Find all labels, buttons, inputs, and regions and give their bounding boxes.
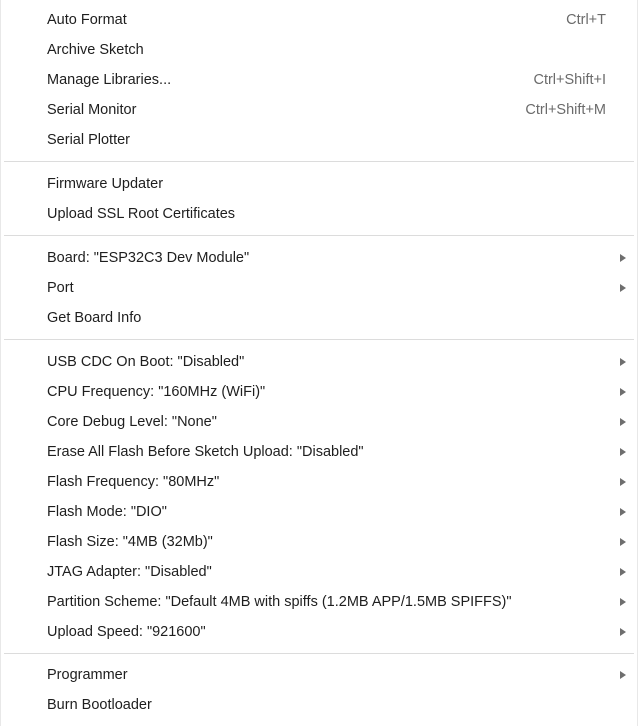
menu-item-label: Serial Plotter	[47, 132, 131, 148]
menu-item-label: Erase All Flash Before Sketch Upload: "D…	[47, 444, 364, 460]
menu-separator	[4, 653, 634, 654]
menu-item-auto-format[interactable]: Auto Format Ctrl+T	[1, 5, 637, 35]
menu-item-label: Flash Size: "4MB (32Mb)"	[47, 534, 213, 550]
menu-item-label: Auto Format	[47, 12, 127, 28]
menu-separator	[4, 161, 634, 162]
chevron-right-icon	[620, 671, 626, 679]
chevron-right-icon	[620, 448, 626, 456]
chevron-right-icon	[620, 508, 626, 516]
tools-menu: Auto Format Ctrl+T Archive Sketch Manage…	[0, 0, 638, 726]
menu-item-label: Partition Scheme: "Default 4MB with spif…	[47, 594, 512, 610]
chevron-right-icon	[620, 388, 626, 396]
menu-item-port[interactable]: Port	[1, 273, 637, 303]
menu-item-cpu-frequency[interactable]: CPU Frequency: "160MHz (WiFi)"	[1, 377, 637, 407]
menu-separator	[4, 235, 634, 236]
menu-item-flash-size[interactable]: Flash Size: "4MB (32Mb)"	[1, 527, 637, 557]
menu-item-label: Manage Libraries...	[47, 72, 172, 88]
chevron-right-icon	[620, 254, 626, 262]
menu-item-jtag-adapter[interactable]: JTAG Adapter: "Disabled"	[1, 557, 637, 587]
menu-item-burn-bootloader[interactable]: Burn Bootloader	[1, 690, 637, 720]
menu-item-core-debug-level[interactable]: Core Debug Level: "None"	[1, 407, 637, 437]
menu-separator	[4, 339, 634, 340]
menu-item-archive-sketch[interactable]: Archive Sketch	[1, 35, 637, 65]
chevron-right-icon	[620, 628, 626, 636]
menu-item-programmer[interactable]: Programmer	[1, 660, 637, 690]
menu-item-label: JTAG Adapter: "Disabled"	[47, 564, 212, 580]
menu-item-board[interactable]: Board: "ESP32C3 Dev Module"	[1, 243, 637, 273]
menu-item-erase-all-flash[interactable]: Erase All Flash Before Sketch Upload: "D…	[1, 437, 637, 467]
menu-item-shortcut: Ctrl+Shift+M	[525, 102, 606, 118]
menu-item-label: CPU Frequency: "160MHz (WiFi)"	[47, 384, 266, 400]
menu-item-label: Programmer	[47, 667, 128, 683]
menu-item-firmware-updater[interactable]: Firmware Updater	[1, 169, 637, 199]
chevron-right-icon	[620, 598, 626, 606]
menu-item-label: Serial Monitor	[47, 102, 137, 118]
menu-item-label: Firmware Updater	[47, 176, 164, 192]
menu-item-usb-cdc-on-boot[interactable]: USB CDC On Boot: "Disabled"	[1, 347, 637, 377]
menu-item-get-board-info[interactable]: Get Board Info	[1, 303, 637, 333]
menu-item-upload-speed[interactable]: Upload Speed: "921600"	[1, 617, 637, 647]
chevron-right-icon	[620, 538, 626, 546]
menu-item-upload-ssl-root-certificates[interactable]: Upload SSL Root Certificates	[1, 199, 637, 229]
chevron-right-icon	[620, 568, 626, 576]
menu-item-partition-scheme[interactable]: Partition Scheme: "Default 4MB with spif…	[1, 587, 637, 617]
menu-item-shortcut: Ctrl+T	[566, 12, 606, 28]
chevron-right-icon	[620, 284, 626, 292]
menu-item-flash-frequency[interactable]: Flash Frequency: "80MHz"	[1, 467, 637, 497]
menu-item-label: Port	[47, 280, 74, 296]
menu-item-label: Flash Frequency: "80MHz"	[47, 474, 220, 490]
menu-item-label: Board: "ESP32C3 Dev Module"	[47, 250, 250, 266]
chevron-right-icon	[620, 478, 626, 486]
menu-item-label: Upload Speed: "921600"	[47, 624, 206, 640]
menu-item-shortcut: Ctrl+Shift+I	[533, 72, 606, 88]
chevron-right-icon	[620, 358, 626, 366]
menu-item-manage-libraries[interactable]: Manage Libraries... Ctrl+Shift+I	[1, 65, 637, 95]
menu-item-label: Burn Bootloader	[47, 697, 152, 713]
chevron-right-icon	[620, 418, 626, 426]
menu-item-serial-plotter[interactable]: Serial Plotter	[1, 125, 637, 155]
menu-item-label: Upload SSL Root Certificates	[47, 206, 236, 222]
menu-item-flash-mode[interactable]: Flash Mode: "DIO"	[1, 497, 637, 527]
menu-item-label: Archive Sketch	[47, 42, 144, 58]
menu-item-label: Get Board Info	[47, 310, 142, 326]
menu-item-label: Core Debug Level: "None"	[47, 414, 217, 430]
menu-item-label: USB CDC On Boot: "Disabled"	[47, 354, 245, 370]
menu-item-serial-monitor[interactable]: Serial Monitor Ctrl+Shift+M	[1, 95, 637, 125]
menu-item-label: Flash Mode: "DIO"	[47, 504, 167, 520]
